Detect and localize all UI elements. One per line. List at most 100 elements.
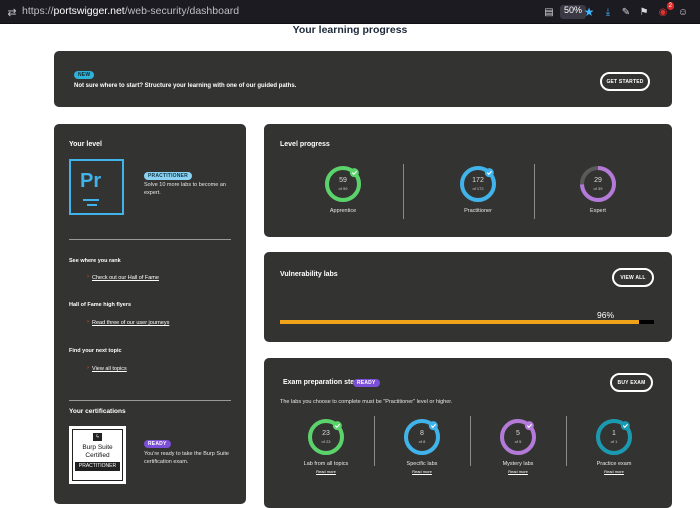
level-progress-heading: Level progress	[280, 141, 330, 148]
page-title: Your learning progress	[292, 24, 408, 36]
ring-label: Mystery labs	[502, 461, 534, 467]
labs-percent: 96%	[597, 310, 615, 320]
cert-line2: Certified	[85, 452, 110, 459]
divider	[534, 164, 535, 219]
divider	[470, 416, 471, 466]
banner-text: Not sure where to start? Structure your …	[74, 83, 297, 89]
bookmark-star-icon[interactable]: ★	[582, 4, 596, 20]
ring-count: 172	[472, 177, 484, 184]
read-more-link[interactable]: Read more	[382, 469, 462, 474]
arrow-right-icon: ›	[87, 274, 89, 280]
next-topic-heading: Find your next topic	[69, 348, 122, 354]
burp-certified-badge: ϟ Burp Suite Certified PRACTITIONER	[69, 426, 126, 484]
logo-underline-short	[87, 204, 97, 206]
arrow-right-icon: ›	[87, 319, 89, 325]
ring-total: of 1	[610, 439, 618, 444]
check-badge	[524, 421, 534, 431]
burp-logo-icon: ϟ	[93, 433, 102, 441]
read-more-link[interactable]: Read more	[286, 469, 366, 474]
exam-preparation-card: Exam preparation steps READY BUY EXAM Th…	[264, 358, 672, 508]
extension-badge: 2	[666, 2, 674, 10]
ring-count: 1	[612, 430, 616, 437]
divider	[403, 164, 404, 219]
ring-label: Apprentice	[329, 208, 357, 214]
buy-exam-button[interactable]: BUY EXAM	[610, 373, 653, 392]
logo-letters: Pr	[80, 170, 102, 192]
user-journeys-link[interactable]: Read three of our user journeys	[92, 320, 169, 326]
browser-url-bar: ⇄ https://portswigger.net/web-security/d…	[0, 0, 700, 24]
ring-count: 59	[339, 177, 347, 184]
your-level-card: Your level Pr PRACTITIONER Solve 10 more…	[54, 124, 246, 504]
cert-message: You're ready to take the Burp Suite cert…	[144, 451, 229, 465]
view-all-topics-link[interactable]: View all topics	[92, 366, 127, 372]
ring-total: of 39	[593, 186, 603, 191]
progress-ring	[580, 166, 616, 202]
account-icon[interactable]: ☺	[676, 4, 690, 20]
ring-total: of 8	[418, 439, 426, 444]
level-message: Solve 10 more labs to become an expert.	[144, 182, 226, 196]
ready-badge: READY	[144, 440, 171, 448]
extension-icon[interactable]: ⚑	[637, 4, 651, 20]
progress-ring	[404, 419, 440, 455]
extension-puzzle-icon[interactable]: ✎	[619, 4, 633, 20]
ring-count: 5	[516, 430, 520, 437]
url-scheme: https://	[22, 5, 54, 17]
ring-total: of 59	[338, 186, 348, 191]
view-all-button[interactable]: VIEW ALL	[612, 268, 654, 287]
ring-total: of 172	[472, 186, 484, 191]
exam-ready-badge: READY	[353, 379, 380, 387]
ring-label: Expert	[590, 208, 606, 214]
level-progress-card: Level progress 59 of 59 Apprentice 172 of 17…	[264, 124, 672, 237]
ring-label: Lab from all topics	[303, 461, 349, 467]
url-host: portswigger.net	[53, 5, 125, 17]
extension-shield-icon[interactable]: ◉ 2	[656, 2, 674, 20]
practitioner-badge: PRACTITIONER	[144, 172, 192, 180]
url-path: /web-security/dashboard	[124, 5, 240, 17]
ring-label: Practice exam	[596, 461, 632, 467]
vulnerability-labs-card: Vulnerability labs VIEW ALL 96%	[264, 252, 672, 342]
progress-ring	[460, 166, 496, 202]
ring-count: 23	[322, 430, 330, 437]
your-level-heading: Your level	[69, 141, 102, 148]
read-more-link[interactable]: Read more	[574, 469, 654, 474]
divider	[69, 400, 231, 401]
url-field[interactable]: https://portswigger.net/web-security/das…	[22, 5, 239, 17]
check-badge	[332, 421, 342, 431]
check-badge	[620, 421, 630, 431]
divider	[566, 416, 567, 466]
check-badge	[484, 168, 494, 178]
ring-label: Specific labs	[406, 461, 438, 467]
cert-line1: Burp Suite	[82, 444, 113, 451]
new-badge: NEW	[74, 71, 95, 79]
guided-paths-banner: NEW Not sure where to start? Structure y…	[54, 51, 672, 107]
progress-ring	[325, 166, 361, 202]
hall-of-fame-link[interactable]: Check out our Hall of Fame	[92, 275, 159, 281]
divider	[69, 239, 231, 240]
labs-progress-fill	[280, 320, 640, 324]
logo-underline	[83, 199, 99, 201]
certifications-heading: Your certifications	[69, 408, 126, 415]
ring-total: of 23	[321, 439, 331, 444]
arrow-right-icon: ›	[87, 365, 89, 371]
ring-label: Practitioner	[464, 208, 492, 214]
labs-progress-track	[280, 320, 654, 324]
ring-count: 29	[594, 177, 602, 184]
progress-ring	[500, 419, 536, 455]
hof-heading: Hall of Fame high flyers	[69, 302, 132, 308]
ring-total: of 5	[514, 439, 522, 444]
read-more-link[interactable]: Read more	[478, 469, 558, 474]
get-started-button[interactable]: GET STARTED	[600, 72, 650, 91]
rank-heading: See where you rank	[69, 258, 121, 264]
vulnerability-labs-heading: Vulnerability labs	[280, 271, 338, 278]
tune-icon[interactable]: ⇄	[4, 4, 20, 20]
cert-line3: PRACTITIONER	[75, 462, 120, 471]
download-icon[interactable]: ⤓	[601, 4, 615, 20]
exam-heading: Exam preparation steps	[283, 379, 363, 386]
progress-ring	[308, 419, 344, 455]
practitioner-logo: Pr	[69, 159, 124, 215]
progress-ring	[596, 419, 632, 455]
reader-view-icon[interactable]: ▤	[541, 4, 557, 20]
exam-note: The labs you choose to complete must be …	[280, 399, 453, 405]
check-badge	[349, 168, 359, 178]
check-badge	[428, 421, 438, 431]
